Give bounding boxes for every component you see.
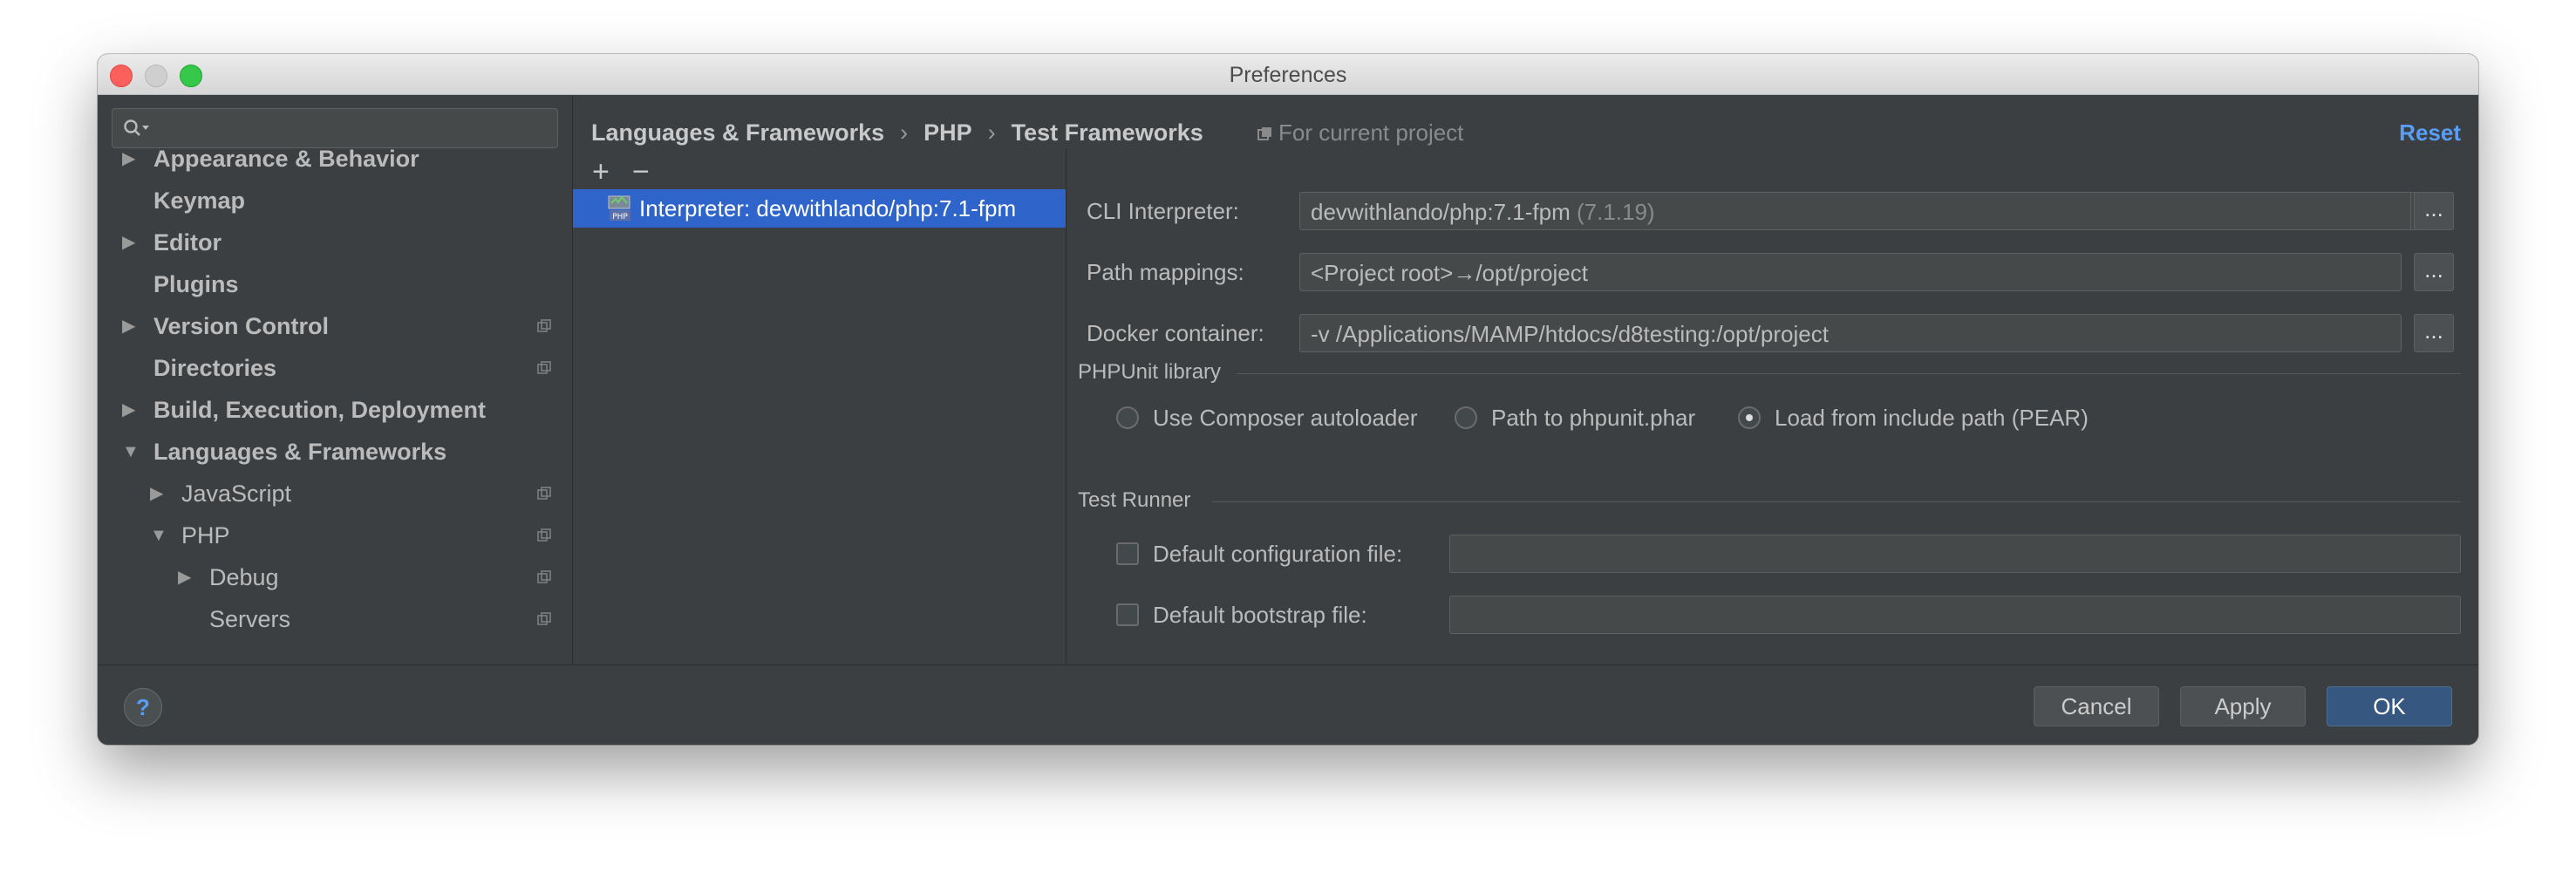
path-to-phpunit-phar-radio[interactable] — [1455, 406, 1477, 429]
interpreter-list-panel: + − PHP Interpreter: devwithlando/php:7.… — [573, 148, 1067, 664]
sidebar-item-label: Version Control — [153, 313, 330, 339]
sidebar-item-label: Servers — [209, 606, 291, 632]
sidebar-item[interactable]: ▶ Editor — [98, 223, 572, 262]
expand-right-arrow-icon[interactable]: ▶ — [122, 223, 135, 262]
default-bootstrap-label[interactable]: Default bootstrap file: — [1153, 596, 1367, 634]
cli-interpreter-label: CLI Interpreter: — [1087, 198, 1239, 224]
breadcrumb-item: PHP — [923, 119, 972, 146]
sidebar-item-label: Plugins — [153, 271, 239, 297]
cli-interpreter-version: (7.1.19) — [1576, 199, 1655, 225]
load-from-include-path-label[interactable]: Load from include path (PEAR) — [1775, 399, 2089, 437]
phpunit-library-title: PHPUnit library — [1078, 360, 1222, 384]
sidebar-item[interactable]: Plugins — [98, 265, 572, 303]
remove-interpreter-button[interactable]: − — [632, 157, 650, 187]
sidebar-item[interactable]: ▶ Build, Execution, Deployment — [98, 391, 572, 429]
load-from-include-path-radio[interactable] — [1738, 406, 1761, 429]
project-scope-text: For current project — [1278, 119, 1464, 146]
add-interpreter-button[interactable]: + — [592, 157, 610, 187]
path-mappings-browse-button[interactable]: ... — [2414, 253, 2454, 291]
sidebar-item[interactable]: ▼ PHP — [98, 516, 572, 555]
expand-down-arrow-icon[interactable]: ▼ — [150, 516, 167, 555]
sidebar-item[interactable]: ▶ Debug — [98, 558, 572, 596]
sidebar-item[interactable]: ▼ Languages & Frameworks — [98, 433, 572, 471]
use-composer-autoloader-radio[interactable] — [1116, 406, 1139, 429]
sidebar-item[interactable]: Keymap — [98, 181, 572, 220]
sidebar-item[interactable]: ▶ Version Control — [98, 307, 572, 345]
sidebar-item-label: PHP — [181, 522, 230, 549]
default-config-label[interactable]: Default configuration file: — [1153, 535, 1402, 573]
sidebar-item[interactable]: Servers — [98, 600, 572, 638]
project-level-icon — [537, 570, 551, 583]
breadcrumb: Languages & Frameworks › PHP › Test Framewor… — [591, 115, 1203, 150]
expand-right-arrow-icon[interactable]: ▶ — [122, 391, 135, 429]
interpreter-list-item[interactable]: PHP Interpreter: devwithlando/php:7.1-fp… — [573, 189, 1066, 228]
sidebar-item-label: Keymap — [153, 187, 246, 214]
svg-text:PHP: PHP — [612, 213, 628, 222]
project-level-icon — [537, 612, 551, 625]
project-level-icon — [537, 528, 551, 542]
sidebar-item[interactable]: ▶ JavaScript — [98, 474, 572, 513]
cli-interpreter-browse-button[interactable]: ... — [2414, 192, 2454, 230]
default-bootstrap-checkbox[interactable] — [1116, 603, 1139, 626]
project-level-icon — [537, 319, 551, 332]
interpreter-list-label: Interpreter: devwithlando/php:7.1-fpm — [639, 195, 1017, 222]
path-mappings-field[interactable]: <Project root>→/opt/project — [1299, 253, 2402, 291]
sidebar-item-label: Debug — [209, 564, 279, 590]
expand-down-arrow-icon[interactable]: ▼ — [122, 433, 140, 471]
breadcrumb-item: Languages & Frameworks — [591, 119, 885, 146]
expand-right-arrow-icon[interactable]: ▶ — [178, 558, 191, 596]
php-docker-icon: PHP — [608, 195, 630, 222]
default-config-checkbox[interactable] — [1116, 542, 1139, 565]
sidebar-item[interactable]: ▶ Appearance & Behavior — [98, 140, 572, 178]
breadcrumb-separator: › — [900, 119, 909, 146]
breadcrumb-separator: › — [987, 119, 996, 146]
expand-right-arrow-icon[interactable]: ▶ — [122, 140, 135, 178]
sidebar-item-label: Editor — [153, 229, 221, 256]
docker-container-field[interactable]: -v /Applications/MAMP/htdocs/d8testing:/… — [1299, 314, 2402, 352]
project-level-icon — [537, 361, 551, 374]
settings-sidebar: ▶ Appearance & Behavior Keymap ▶ Editor Plugi… — [98, 95, 573, 664]
test-runner-title: Test Runner — [1078, 488, 1191, 512]
help-button[interactable]: ? — [124, 688, 162, 726]
test-runner-divider — [1212, 501, 2461, 502]
sidebar-item-label: Appearance & Behavior — [153, 146, 419, 172]
ok-button[interactable]: OK — [2327, 686, 2452, 726]
path-mappings-label: Path mappings: — [1087, 259, 1244, 285]
breadcrumb-item: Test Frameworks — [1011, 119, 1203, 146]
sidebar-item-label: JavaScript — [181, 480, 292, 507]
sidebar-item-label: Languages & Frameworks — [153, 439, 447, 465]
window-title: Preferences — [1229, 63, 1347, 87]
sidebar-item[interactable]: Directories — [98, 349, 572, 387]
docker-container-label: Docker container: — [1087, 320, 1264, 346]
sidebar-item-label: Build, Execution, Deployment — [153, 397, 487, 423]
project-icon — [1257, 127, 1271, 140]
sidebar-item-label: Directories — [153, 355, 277, 381]
dialog-button-bar: ? Cancel Apply OK — [98, 664, 2478, 745]
use-composer-autoloader-label[interactable]: Use Composer autoloader — [1153, 399, 1418, 437]
path-to-phpunit-phar-label[interactable]: Path to phpunit.phar — [1491, 399, 1695, 437]
expand-right-arrow-icon[interactable]: ▶ — [150, 474, 163, 513]
title-bar: Preferences — [98, 54, 2478, 95]
search-icon — [124, 119, 149, 136]
project-scope-label: For current project — [1257, 115, 1463, 150]
docker-container-browse-button[interactable]: ... — [2414, 314, 2454, 352]
project-level-icon — [537, 487, 551, 500]
reset-link[interactable]: Reset — [2399, 115, 2461, 150]
cli-interpreter-value: devwithlando/php:7.1-fpm — [1311, 199, 1571, 225]
cli-interpreter-select[interactable]: devwithlando/php:7.1-fpm (7.1.19) ▼ — [1299, 192, 2449, 230]
cancel-button[interactable]: Cancel — [2034, 686, 2159, 726]
preferences-window: Preferences ▶ Appearance & Behavior Keymap… — [98, 54, 2478, 745]
apply-button[interactable]: Apply — [2180, 686, 2306, 726]
expand-right-arrow-icon[interactable]: ▶ — [122, 307, 135, 345]
default-config-field[interactable] — [1449, 535, 2461, 573]
phpunit-library-divider — [1237, 373, 2461, 374]
default-bootstrap-field[interactable] — [1449, 596, 2461, 634]
